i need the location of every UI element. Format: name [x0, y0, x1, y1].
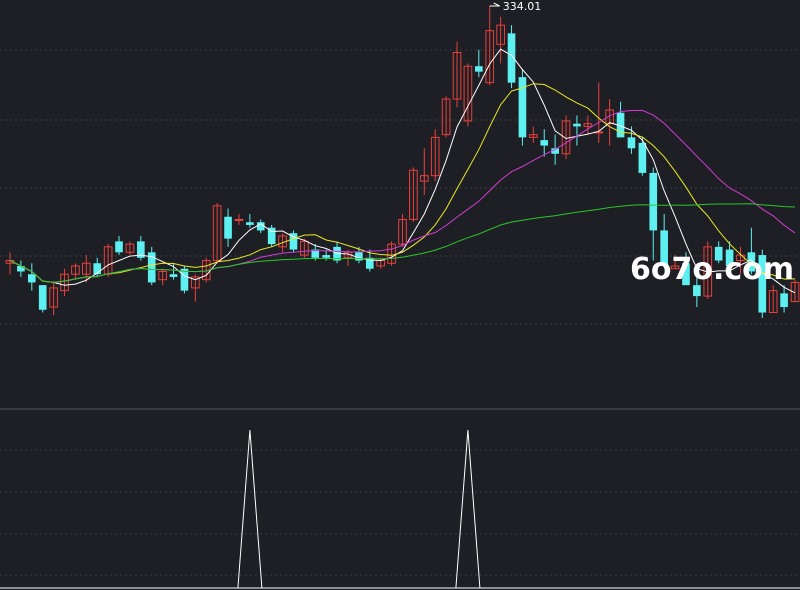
candle-body-down: [649, 172, 658, 231]
candle-body-down: [540, 140, 549, 146]
candlestick-chart: 334.01: [0, 0, 800, 589]
candle-body-up: [234, 218, 244, 221]
candle-body-down: [573, 123, 581, 127]
candle-body-down: [518, 77, 527, 138]
indicator-spikes: [237, 429, 481, 589]
candle-body-down: [38, 285, 47, 310]
candle-body-down: [224, 216, 232, 239]
candle-body-down: [180, 268, 189, 291]
candle-body-down: [27, 274, 36, 283]
peak-label: 334.01: [503, 0, 542, 13]
candle-body-down: [169, 274, 178, 277]
candle-body-down: [780, 293, 788, 308]
chart-stage: 334.01 6o7o.com: [0, 0, 800, 590]
candle-body-down: [638, 142, 647, 173]
candle-body-down: [115, 241, 123, 253]
candle-body-down: [627, 137, 636, 149]
watermark-text: 6o7o.com: [630, 252, 795, 287]
candle-body-down: [246, 222, 254, 225]
candle-body-down: [475, 66, 483, 72]
candle-body-down: [322, 255, 330, 258]
